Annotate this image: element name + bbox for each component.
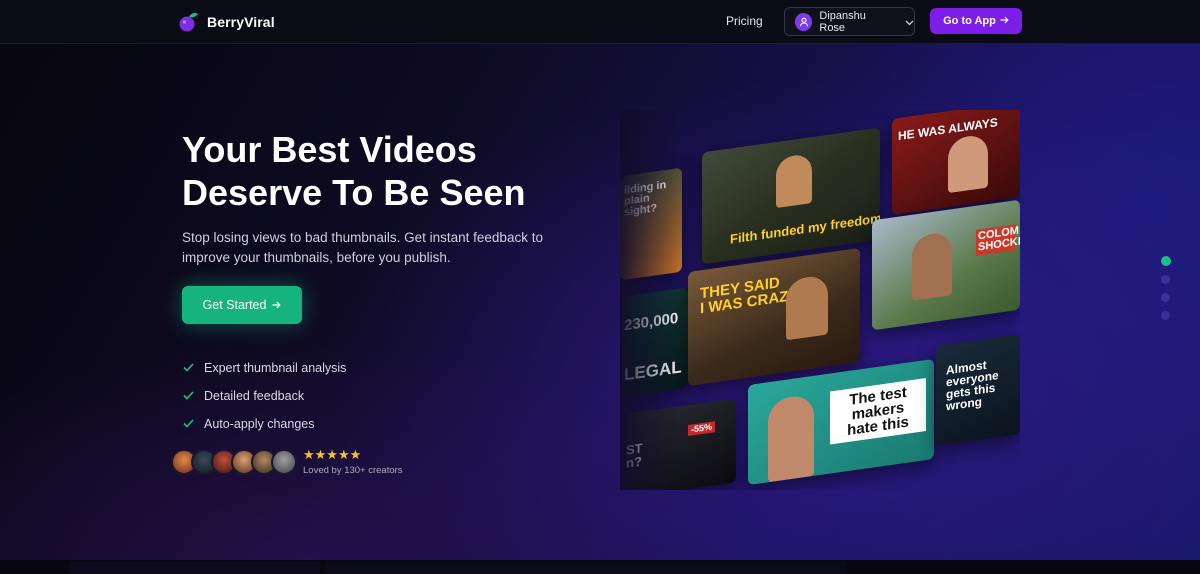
brand[interactable]: BerryViral [178, 11, 275, 33]
arrow-right-icon [272, 298, 282, 312]
carousel-dot[interactable] [1161, 311, 1170, 320]
hero-background [0, 44, 1200, 574]
thumbnail-card: HE WAS ALWAYS [892, 110, 1020, 215]
check-icon [183, 361, 194, 375]
carousel-indicators [1161, 256, 1171, 320]
thumbnail-collage: ilding in plain sight? Filth funded my f… [620, 110, 1020, 490]
user-name: Dipanshu Rose [819, 9, 866, 34]
navbar: BerryViral Pricing Dipanshu Rose Go to A… [0, 0, 1200, 44]
section-block [70, 562, 320, 574]
thumbnail-text: The test makers hate this [830, 378, 926, 445]
social-proof-text: Loved by 130+ creators [303, 465, 403, 476]
feature-label: Auto-apply changes [204, 417, 315, 431]
feature-item: Expert thumbnail analysis [183, 354, 346, 382]
check-icon [183, 417, 194, 431]
person-figure [768, 393, 814, 483]
get-started-button[interactable]: Get Started [182, 286, 302, 324]
pricing-link[interactable]: Pricing [726, 14, 763, 28]
thumbnail-text: 230,000 [624, 309, 679, 335]
feature-item: Auto-apply changes [183, 410, 346, 438]
thumbnail-card: ST n? -55% [626, 398, 736, 490]
thumbnail-text: Filth funded my freedom [730, 210, 880, 247]
hero-title-line2: Deserve To Be Seen [182, 172, 526, 213]
star-rating: ★★★★★ [303, 447, 362, 462]
thumbnail-text: COLOM SHOCKE [976, 224, 1020, 256]
thumbnail-text: LEGAL [624, 357, 682, 385]
thumbnail-text: HE WAS ALWAYS [898, 115, 998, 144]
thumbnail-text: ilding in plain sight? [624, 178, 667, 219]
hero-title: Your Best Videos Deserve To Be Seen [182, 128, 602, 214]
thumbnail-text: ST n? [626, 440, 643, 471]
thumbnail-card: COLOM SHOCKE [872, 199, 1020, 331]
thumbnail-card: THEY SAID I WAS CRAZY [688, 247, 860, 387]
arrow-right-icon [1000, 15, 1009, 27]
person-figure [776, 153, 812, 209]
next-section-edge [0, 560, 1200, 574]
thumbnail-card: 230,000 LEGAL [622, 287, 688, 397]
creator-avatars [171, 449, 297, 475]
feature-item: Detailed feedback [183, 382, 346, 410]
berry-logo-icon [178, 11, 200, 33]
user-icon [795, 12, 813, 31]
person-figure [786, 274, 828, 341]
carousel-dot-active[interactable] [1161, 256, 1171, 266]
feature-label: Expert thumbnail analysis [204, 361, 347, 375]
go-to-app-label: Go to App [943, 15, 996, 27]
carousel-dot[interactable] [1161, 293, 1170, 302]
check-icon [183, 389, 194, 403]
thumbnail-card: ilding in plain sight? [620, 167, 682, 281]
thumbnail-card: Filth funded my freedom [702, 127, 880, 265]
thumbnail-text: THEY SAID I WAS CRAZY [700, 273, 798, 317]
thumbnail-text: Almost everyone gets this wrong [946, 357, 999, 414]
chevron-down-icon [905, 13, 914, 31]
section-block [325, 562, 845, 574]
brand-name: BerryViral [207, 14, 275, 30]
carousel-dot[interactable] [1161, 275, 1170, 284]
go-to-app-button[interactable]: Go to App [930, 8, 1022, 34]
hero-subtitle: Stop losing views to bad thumbnails. Get… [182, 230, 543, 265]
hero-title-line1: Your Best Videos [182, 129, 477, 170]
thumbnail-card: The test makers hate this [748, 358, 934, 486]
feature-label: Detailed feedback [204, 389, 305, 403]
thumbnail-card: Almost everyone gets this wrong [936, 334, 1020, 446]
feature-list: Expert thumbnail analysis Detailed feedb… [183, 354, 346, 438]
person-figure [948, 133, 988, 194]
person-figure [912, 231, 952, 301]
thumbnail-text: -55% [688, 421, 716, 437]
get-started-label: Get Started [202, 298, 267, 312]
avatar [271, 449, 297, 475]
user-menu-button[interactable]: Dipanshu Rose [784, 7, 915, 36]
